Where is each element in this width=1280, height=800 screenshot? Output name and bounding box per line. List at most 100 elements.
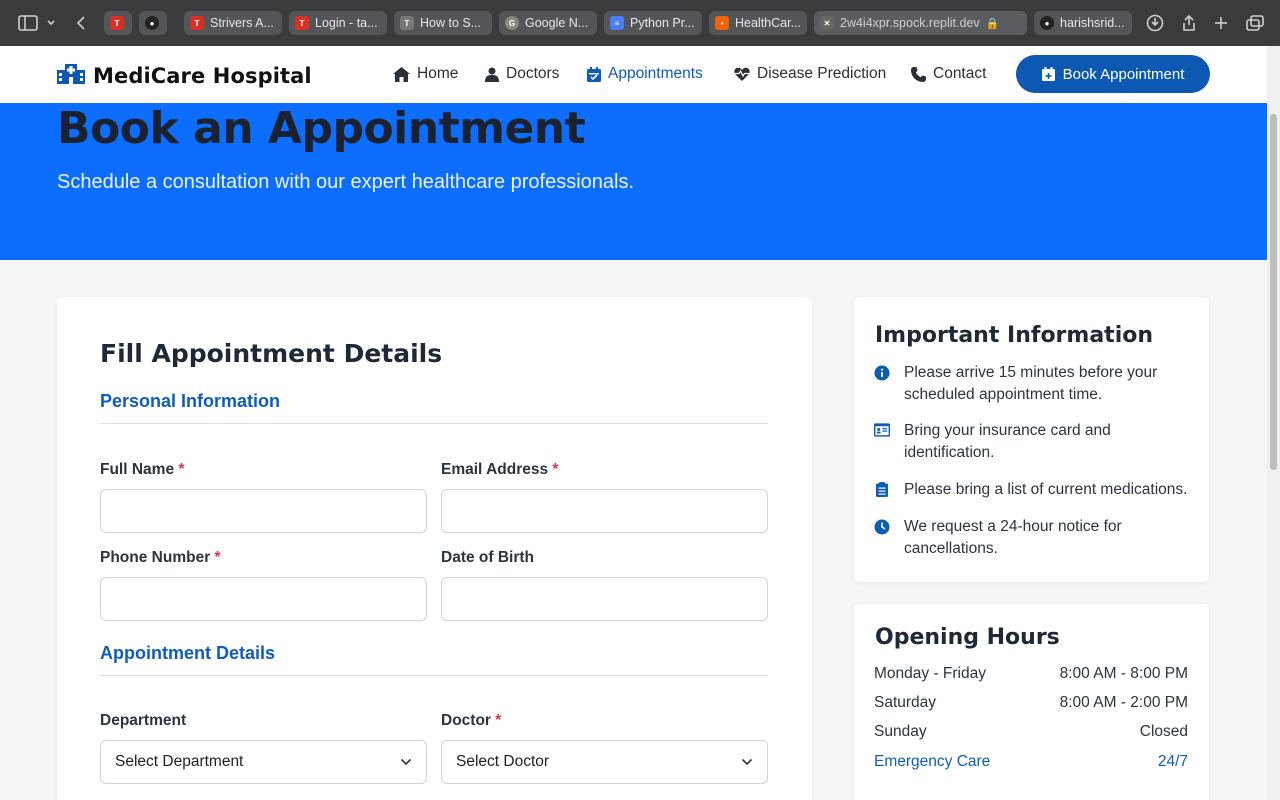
department-label: Department	[100, 712, 186, 730]
tab-label: Login - ta...	[315, 16, 378, 30]
email-label: Email Address *	[441, 461, 558, 479]
phone-label-text: Phone Number	[100, 549, 211, 566]
url-text[interactable]: 2w4i4xpr.spock.replit.dev	[840, 16, 980, 30]
dob-label-text: Date of Birth	[441, 549, 534, 566]
section-divider	[100, 423, 768, 424]
info-item: Please arrive 15 minutes before your sch…	[874, 362, 1194, 406]
hours-time: 8:00 AM - 2:00 PM	[1059, 694, 1188, 711]
required-mark: *	[214, 549, 221, 566]
browser-tab[interactable]: T Strivers A...	[184, 11, 282, 35]
required-mark: *	[495, 712, 502, 729]
appointment-details-heading: Appointment Details	[100, 643, 276, 663]
book-appointment-label: Book Appointment	[1062, 65, 1185, 83]
info-item-text: Bring your insurance card and identifica…	[904, 422, 1111, 461]
hours-time: 24/7	[1157, 753, 1188, 770]
browser-toolbar: T ● T Strivers A... T Login - ta... T Ho…	[0, 0, 1280, 46]
browser-tab-active[interactable]: ✕ 2w4i4xpr.spock.replit.dev 🔒	[814, 11, 1027, 35]
github-icon: ●	[145, 16, 159, 30]
full-name-label: Full Name *	[100, 461, 184, 479]
calendar-plus-icon	[1041, 67, 1055, 81]
browser-tab[interactable]: G Google N...	[499, 11, 597, 35]
nav-contact-label: Contact	[933, 65, 987, 82]
form-title: Fill Appointment Details	[100, 339, 443, 368]
hospital-icon	[57, 62, 85, 89]
close-icon[interactable]: ✕	[820, 16, 834, 30]
home-icon	[393, 66, 410, 82]
dob-label: Date of Birth	[441, 549, 534, 567]
brand-name: MediCare Hospital	[93, 63, 312, 88]
scrollbar-thumb[interactable]	[1270, 114, 1277, 470]
github-icon: ●	[1040, 16, 1054, 30]
doctor-label: Doctor *	[441, 712, 501, 730]
page-scrollbar[interactable]	[1267, 46, 1280, 800]
phone-input[interactable]	[100, 577, 427, 621]
opening-hours-card: Opening Hours Monday - Friday 8:00 AM - …	[854, 604, 1209, 800]
info-icon	[874, 365, 890, 381]
full-name-input[interactable]	[100, 489, 427, 533]
share-icon[interactable]	[1180, 11, 1198, 35]
hours-day: Saturday	[874, 694, 937, 711]
nav-disease-prediction-label: Disease Prediction	[757, 65, 887, 82]
browser-tab[interactable]: ▪ HealthCar...	[709, 11, 807, 35]
chevron-down-icon[interactable]	[44, 11, 58, 35]
browser-tab[interactable]: T Login - ta...	[289, 11, 387, 35]
nav-doctors-label: Doctors	[506, 65, 560, 82]
browser-tab[interactable]: T How to S...	[394, 11, 492, 35]
email-label-text: Email Address	[441, 461, 549, 478]
important-info-card: Important Information Please arrive 15 m…	[854, 297, 1209, 582]
hours-row-emergency: Emergency Care 24/7	[874, 753, 1188, 771]
hours-day: Sunday	[874, 723, 927, 740]
info-item: Bring your insurance card and identifica…	[874, 420, 1194, 464]
brand-logo[interactable]: MediCare Hospital	[57, 62, 312, 89]
book-appointment-button[interactable]: Book Appointment	[1016, 55, 1210, 93]
google-icon: G	[505, 16, 519, 30]
nav-contact[interactable]: Contact	[911, 65, 986, 83]
info-item: Please bring a list of current medicatio…	[874, 479, 1194, 501]
clock-icon	[874, 519, 890, 535]
appointment-form-card: Fill Appointment Details Personal Inform…	[57, 297, 812, 800]
tuf-icon: T	[295, 16, 309, 30]
browser-tab[interactable]: ●	[139, 11, 167, 35]
replit-icon: ▪	[715, 16, 729, 30]
nav-disease-prediction[interactable]: Disease Prediction	[734, 65, 886, 83]
browser-tab[interactable]: ≡ Python Pr...	[604, 11, 702, 35]
tuf-icon: T	[110, 16, 124, 30]
tuf-icon: T	[190, 16, 204, 30]
department-label-text: Department	[100, 712, 187, 729]
id-card-icon	[874, 423, 890, 437]
opening-hours-title: Opening Hours	[875, 625, 1060, 650]
page-title: Book an Appointment	[57, 103, 586, 154]
tab-label: harishsrid...	[1060, 16, 1125, 30]
department-select[interactable]: Select Department	[100, 740, 427, 784]
doctor-icon	[485, 67, 499, 82]
hours-row: Sunday Closed	[874, 723, 1188, 741]
required-mark: *	[178, 461, 185, 478]
lock-icon: 🔒	[985, 17, 1000, 30]
hours-time: Closed	[1139, 723, 1188, 740]
tab-label: Python Pr...	[630, 16, 695, 30]
hero-banner: Book an Appointment Schedule a consultat…	[0, 103, 1267, 260]
page-subtitle: Schedule a consultation with our expert …	[57, 171, 635, 193]
sidebar-toggle-icon[interactable]	[16, 11, 40, 35]
new-tab-icon[interactable]	[1212, 11, 1230, 35]
browser-tab[interactable]: ● harishsrid...	[1034, 11, 1132, 35]
doctor-label-text: Doctor	[441, 712, 491, 729]
email-input[interactable]	[441, 489, 768, 533]
nav-home-label: Home	[417, 65, 459, 82]
browser-tab[interactable]: T	[104, 11, 132, 35]
tab-overview-icon[interactable]	[1245, 11, 1265, 35]
info-item-text: We request a 24-hour notice for cancella…	[904, 518, 1122, 557]
calendar-icon	[587, 66, 601, 82]
nav-doctors[interactable]: Doctors	[485, 65, 559, 83]
tab-label: HealthCar...	[735, 16, 801, 30]
nav-appointments-label: Appointments	[608, 65, 703, 82]
download-icon[interactable]	[1145, 11, 1165, 35]
info-item-text: Please arrive 15 minutes before your sch…	[904, 364, 1158, 403]
back-icon[interactable]	[72, 11, 90, 35]
doctor-select[interactable]: Select Doctor	[441, 740, 768, 784]
nav-appointments[interactable]: Appointments	[587, 65, 703, 83]
section-divider	[100, 675, 768, 676]
site-navbar: MediCare Hospital Home Doctors Appointme…	[0, 46, 1267, 103]
dob-input[interactable]	[441, 577, 768, 621]
nav-home[interactable]: Home	[393, 65, 458, 83]
